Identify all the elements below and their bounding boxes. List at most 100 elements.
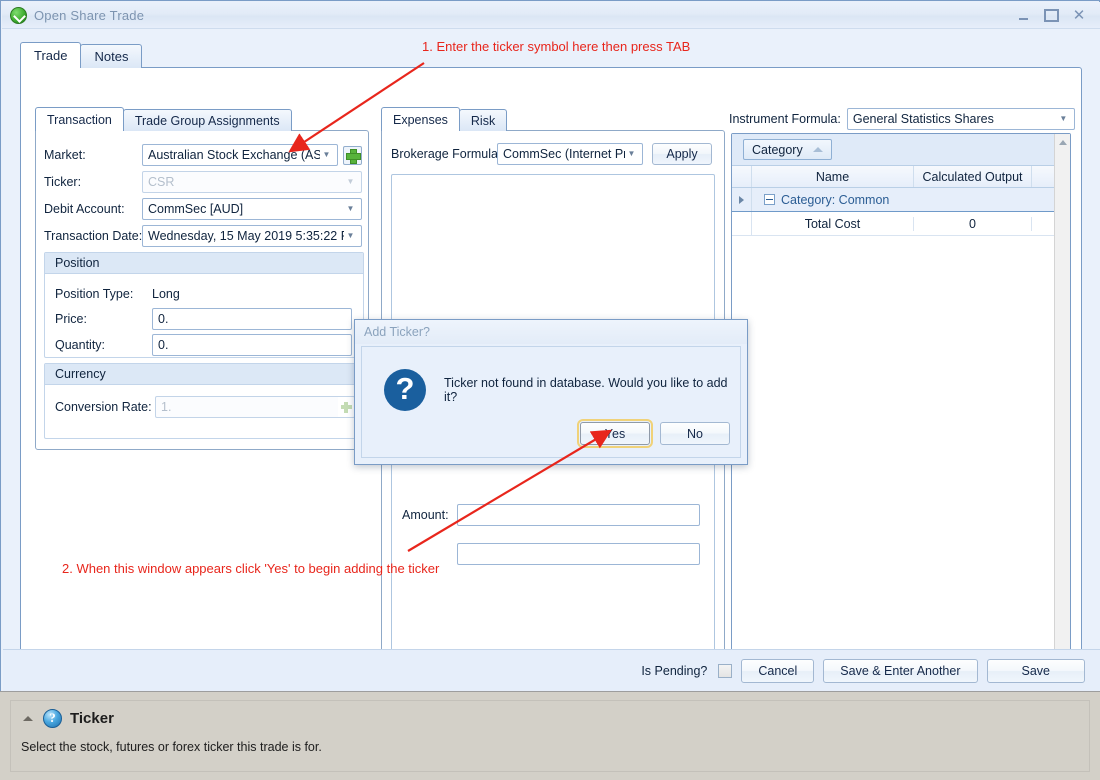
collapse-icon[interactable] bbox=[764, 194, 775, 205]
instrument-formula-label: Instrument Formula: bbox=[729, 112, 841, 126]
help-description: Select the stock, futures or forex ticke… bbox=[21, 740, 322, 754]
transaction-panel: Market: Australian Stock Exchange (ASX) … bbox=[35, 130, 369, 450]
expense-extra-input[interactable] bbox=[457, 543, 700, 565]
tab-trade[interactable]: Trade bbox=[20, 42, 82, 68]
title-bar: Open Share Trade ✕ bbox=[2, 2, 1100, 29]
chevron-down-icon: ▼ bbox=[627, 149, 636, 158]
table-row[interactable]: Total Cost 0 bbox=[732, 212, 1070, 236]
position-type-label: Position Type: bbox=[55, 287, 134, 301]
transaction-date-row: Transaction Date: Wednesday, 15 May 2019… bbox=[44, 225, 364, 247]
minimize-icon[interactable] bbox=[1010, 5, 1036, 25]
quantity-label: Quantity: bbox=[55, 338, 106, 352]
price-row: Price: 0. bbox=[55, 308, 355, 330]
expenses-tab-strip: Expenses Risk bbox=[381, 107, 508, 131]
brokerage-formula-select[interactable]: CommSec (Internet Prefe ▼ bbox=[497, 143, 643, 165]
tab-risk[interactable]: Risk bbox=[458, 109, 508, 131]
price-input[interactable]: 0. bbox=[152, 308, 352, 330]
position-type-row: Position Type: Long bbox=[55, 283, 355, 305]
debit-account-select[interactable]: CommSec [AUD] ▼ bbox=[142, 198, 362, 220]
position-group-title: Position bbox=[45, 253, 363, 274]
annotation-step-1: 1. Enter the ticker symbol here then pre… bbox=[422, 39, 691, 54]
transaction-date-label: Transaction Date: bbox=[44, 229, 143, 243]
row-indicator bbox=[732, 188, 752, 211]
cell-calculated-output: 0 bbox=[914, 216, 1032, 231]
help-header: ? Ticker bbox=[19, 705, 1081, 731]
tab-trade-group-assignments[interactable]: Trade Group Assignments bbox=[122, 109, 292, 131]
conversion-rate-row: Conversion Rate: 1. bbox=[55, 396, 357, 418]
transaction-date-input[interactable]: Wednesday, 15 May 2019 5:35:22 PM ▼ bbox=[142, 225, 362, 247]
grid-vertical-scrollbar[interactable] bbox=[1054, 134, 1070, 670]
hidden-expense-field-row bbox=[402, 543, 712, 565]
help-box: ? Ticker Select the stock, futures or fo… bbox=[10, 700, 1090, 772]
amount-row: Amount: bbox=[402, 504, 712, 526]
ticker-row: Ticker: CSR ▼ bbox=[44, 171, 364, 193]
brokerage-formula-row: Brokerage Formula: CommSec (Internet Pre… bbox=[391, 143, 721, 165]
debit-account-label: Debit Account: bbox=[44, 202, 125, 216]
is-pending-checkbox[interactable] bbox=[718, 663, 733, 678]
grid-group-row[interactable]: Category: Common bbox=[732, 188, 1070, 212]
instrument-formula-select[interactable]: General Statistics Shares ▼ bbox=[846, 108, 1075, 130]
brokerage-formula-label: Brokerage Formula: bbox=[391, 147, 502, 161]
dialog-buttons: Yes No bbox=[577, 419, 730, 448]
price-label: Price: bbox=[55, 312, 87, 326]
window-controls: ✕ bbox=[1010, 5, 1100, 25]
dialog-body: ? Ticker not found in database. Would yo… bbox=[361, 346, 741, 458]
save-button[interactable]: Save bbox=[986, 658, 1085, 683]
dialog-footer: Is Pending? Cancel Save & Enter Another … bbox=[3, 649, 1100, 691]
quantity-value: 0. bbox=[158, 338, 169, 352]
collapse-icon[interactable] bbox=[23, 715, 33, 721]
is-pending-label: Is Pending? bbox=[641, 663, 708, 678]
dialog-message-row: ? Ticker not found in database. Would yo… bbox=[362, 347, 740, 411]
ticker-input[interactable]: CSR ▼ bbox=[142, 171, 362, 193]
cancel-button[interactable]: Cancel bbox=[741, 658, 815, 683]
save-and-enter-another-button[interactable]: Save & Enter Another bbox=[823, 658, 978, 683]
market-value: Australian Stock Exchange (ASX) [A bbox=[148, 148, 320, 162]
grid-group-bar[interactable]: Category bbox=[732, 134, 1070, 166]
dialog-message: Ticker not found in database. Would you … bbox=[444, 376, 728, 404]
outer-tab-strip: Trade Notes bbox=[20, 42, 143, 68]
market-row: Market: Australian Stock Exchange (ASX) … bbox=[44, 144, 364, 166]
plus-icon bbox=[346, 148, 361, 164]
no-button[interactable]: No bbox=[660, 422, 730, 445]
chevron-down-icon: ▼ bbox=[346, 177, 355, 186]
currency-group-title: Currency bbox=[45, 364, 363, 385]
column-header-name[interactable]: Name bbox=[752, 166, 914, 187]
conversion-rate-stepper[interactable] bbox=[338, 397, 354, 417]
transaction-date-value: Wednesday, 15 May 2019 5:35:22 PM bbox=[148, 229, 344, 243]
group-chip-category[interactable]: Category bbox=[743, 139, 832, 160]
quantity-row: Quantity: 0. bbox=[55, 334, 355, 356]
conversion-rate-input[interactable]: 1. bbox=[155, 396, 355, 418]
grid-indicator-header bbox=[732, 166, 752, 187]
add-ticker-dialog: Add Ticker? ? Ticker not found in databa… bbox=[354, 319, 748, 465]
apply-button[interactable]: Apply bbox=[652, 143, 712, 165]
add-market-button[interactable] bbox=[343, 145, 362, 165]
instrument-grid-panel: Category Name Calculated Output Category… bbox=[731, 133, 1071, 671]
yes-button[interactable]: Yes bbox=[577, 419, 653, 448]
conversion-rate-value: 1. bbox=[161, 400, 172, 414]
close-icon[interactable]: ✕ bbox=[1066, 5, 1092, 25]
group-chip-label: Category bbox=[752, 142, 803, 157]
tab-expenses[interactable]: Expenses bbox=[381, 107, 460, 131]
price-value: 0. bbox=[158, 312, 169, 326]
conversion-rate-label: Conversion Rate: bbox=[55, 400, 152, 414]
position-type-value: Long bbox=[152, 287, 180, 301]
column-header-calculated-output[interactable]: Calculated Output bbox=[914, 166, 1032, 187]
scroll-up-icon[interactable] bbox=[1055, 134, 1071, 151]
tab-notes[interactable]: Notes bbox=[80, 44, 143, 68]
tab-transaction[interactable]: Transaction bbox=[35, 107, 124, 131]
maximize-icon[interactable] bbox=[1038, 5, 1064, 25]
amount-input[interactable] bbox=[457, 504, 700, 526]
market-label: Market: bbox=[44, 148, 86, 162]
chevron-down-icon: ▼ bbox=[322, 150, 331, 159]
sort-ascending-icon bbox=[812, 147, 823, 152]
chevron-down-icon: ▼ bbox=[346, 204, 355, 213]
debit-account-value: CommSec [AUD] bbox=[148, 202, 244, 216]
dialog-title: Add Ticker? bbox=[355, 320, 747, 344]
chevron-down-icon: ▼ bbox=[1059, 114, 1068, 123]
plus-icon bbox=[340, 401, 352, 413]
help-title: Ticker bbox=[70, 709, 114, 727]
question-mark-icon: ? bbox=[43, 708, 62, 728]
instrument-formula-value: General Statistics Shares bbox=[852, 112, 994, 126]
market-select[interactable]: Australian Stock Exchange (ASX) [A ▼ bbox=[142, 144, 338, 166]
quantity-input[interactable]: 0. bbox=[152, 334, 352, 356]
